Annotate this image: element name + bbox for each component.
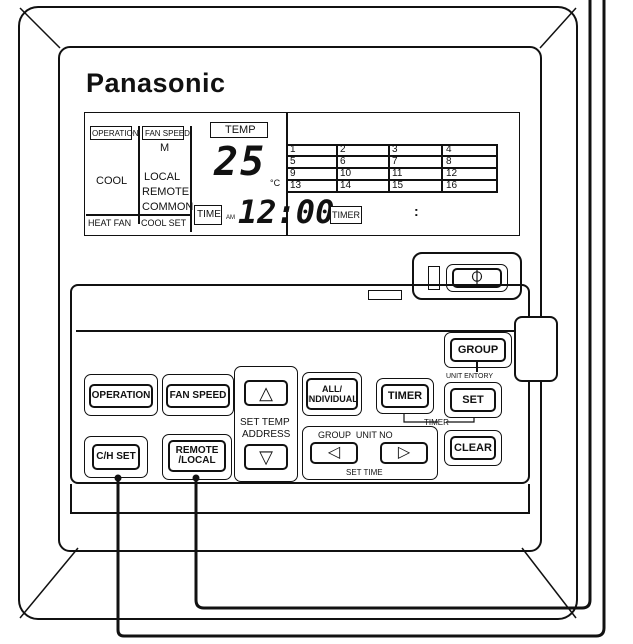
ch-set-button[interactable]: C/H SET: [92, 444, 140, 470]
group-left-button[interactable]: ◁: [310, 442, 358, 464]
group-unit-no-label: GROUP UNIT NO: [318, 430, 393, 440]
group-right-button[interactable]: ▷: [380, 442, 428, 464]
set-time-label: SET TIME: [346, 468, 383, 477]
timer-bracket: [403, 414, 475, 423]
remote-local-line2: /LOCAL: [178, 455, 216, 466]
clear-button[interactable]: CLEAR: [450, 436, 496, 460]
remote-local-button[interactable]: REMOTE /LOCAL: [168, 440, 226, 472]
